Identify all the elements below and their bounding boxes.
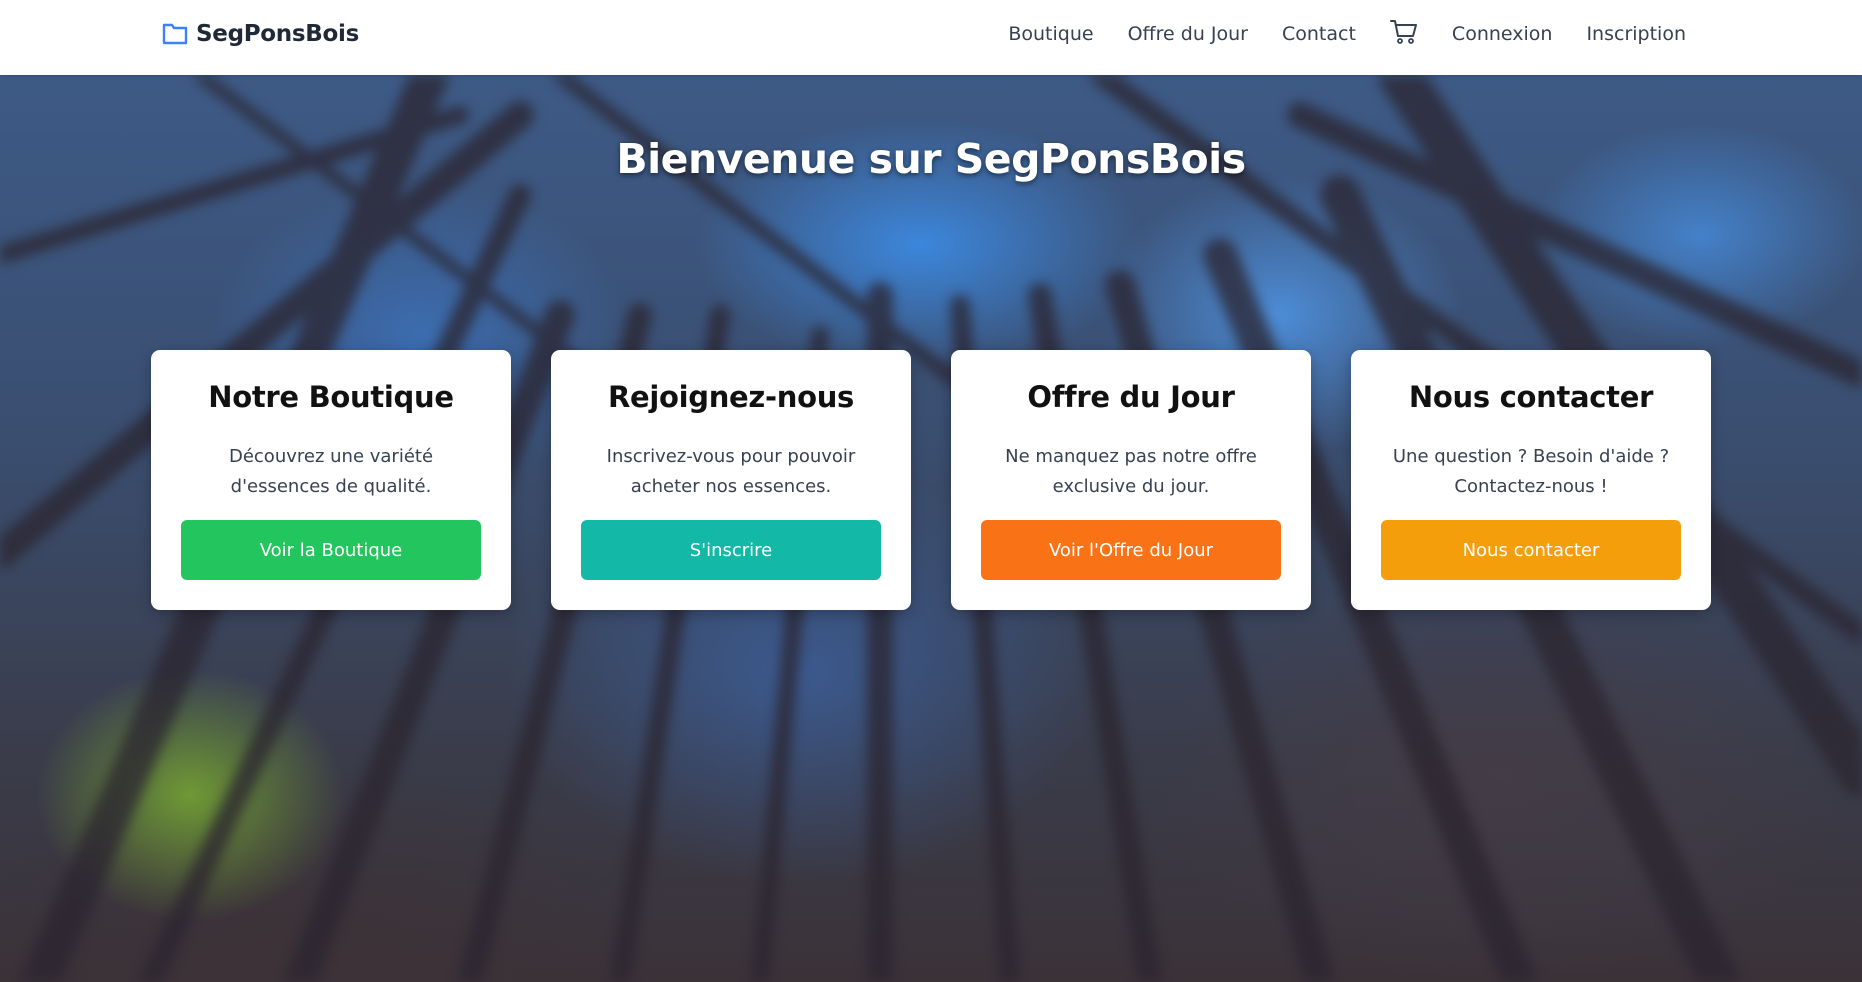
nous-contacter-button[interactable]: Nous contacter bbox=[1381, 520, 1681, 580]
nav-link-offre-du-jour[interactable]: Offre du Jour bbox=[1111, 23, 1265, 45]
nav-links: Boutique Offre du Jour Contact Connexion… bbox=[991, 0, 1703, 68]
card-description: Ne manquez pas notre offre exclusive du … bbox=[1005, 446, 1257, 497]
card-description: Une question ? Besoin d'aide ? Contactez… bbox=[1392, 446, 1670, 497]
folder-icon bbox=[162, 22, 188, 46]
card-title: Nous contacter bbox=[1408, 380, 1654, 414]
card-title: Notre Boutique bbox=[208, 380, 454, 414]
sinscrire-button[interactable]: S'inscrire bbox=[581, 520, 881, 580]
nav-link-inscription[interactable]: Inscription bbox=[1569, 23, 1703, 45]
nav-link-boutique[interactable]: Boutique bbox=[991, 23, 1110, 45]
card-title: Rejoignez-nous bbox=[607, 380, 855, 414]
card-contact: Nous contacter Une question ? Besoin d'a… bbox=[1351, 350, 1711, 610]
navbar: SegPonsBois Boutique Offre du Jour Conta… bbox=[0, 0, 1862, 75]
card-offre-du-jour: Offre du Jour Ne manquez pas notre offre… bbox=[951, 350, 1311, 610]
voir-boutique-button[interactable]: Voir la Boutique bbox=[181, 520, 481, 580]
cart-link[interactable] bbox=[1373, 19, 1435, 49]
card-title: Offre du Jour bbox=[1027, 380, 1235, 414]
card-boutique: Notre Boutique Découvrez une variété d'e… bbox=[151, 350, 511, 610]
brand-name: SegPonsBois bbox=[196, 21, 359, 47]
feature-cards: Notre Boutique Découvrez une variété d'e… bbox=[151, 350, 1711, 610]
nav-link-connexion[interactable]: Connexion bbox=[1435, 23, 1570, 45]
hero-title: Bienvenue sur SegPonsBois bbox=[616, 135, 1246, 183]
voir-offre-button[interactable]: Voir l'Offre du Jour bbox=[981, 520, 1281, 580]
card-rejoignez-nous: Rejoignez-nous Inscrivez-vous pour pouvo… bbox=[551, 350, 911, 610]
brand-logo-link[interactable]: SegPonsBois bbox=[162, 16, 359, 52]
card-description: Inscrivez-vous pour pouvoir acheter nos … bbox=[606, 446, 856, 497]
card-description: Découvrez une variété d'essences de qual… bbox=[228, 446, 434, 497]
cart-icon bbox=[1389, 19, 1418, 49]
hero-section: Bienvenue sur SegPonsBois Notre Boutique… bbox=[0, 75, 1862, 982]
nav-link-contact[interactable]: Contact bbox=[1265, 23, 1373, 45]
